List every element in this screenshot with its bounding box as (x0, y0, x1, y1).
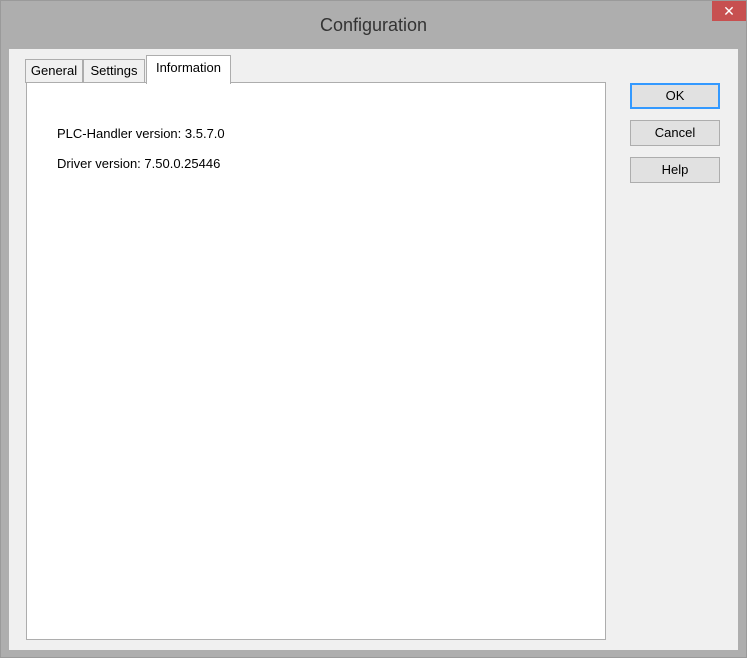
tab-information[interactable]: Information (146, 55, 231, 84)
close-button[interactable]: ✕ (712, 1, 746, 21)
tab-general[interactable]: General (25, 59, 83, 83)
help-button[interactable]: Help (630, 157, 720, 183)
ok-button[interactable]: OK (630, 83, 720, 109)
plc-handler-version-label: PLC-Handler version: 3.5.7.0 (57, 126, 225, 141)
tab-settings[interactable]: Settings (83, 59, 145, 83)
information-panel: PLC-Handler version: 3.5.7.0 Driver vers… (26, 82, 606, 640)
configuration-dialog: Configuration ✕ General Settings Informa… (0, 0, 747, 658)
dialog-client-area: General Settings Information PLC-Handler… (9, 49, 738, 650)
cancel-button[interactable]: Cancel (630, 120, 720, 146)
title-bar[interactable]: Configuration ✕ (1, 1, 746, 49)
close-icon: ✕ (723, 3, 735, 19)
window-title: Configuration (319, 15, 428, 35)
driver-version-label: Driver version: 7.50.0.25446 (57, 156, 221, 171)
